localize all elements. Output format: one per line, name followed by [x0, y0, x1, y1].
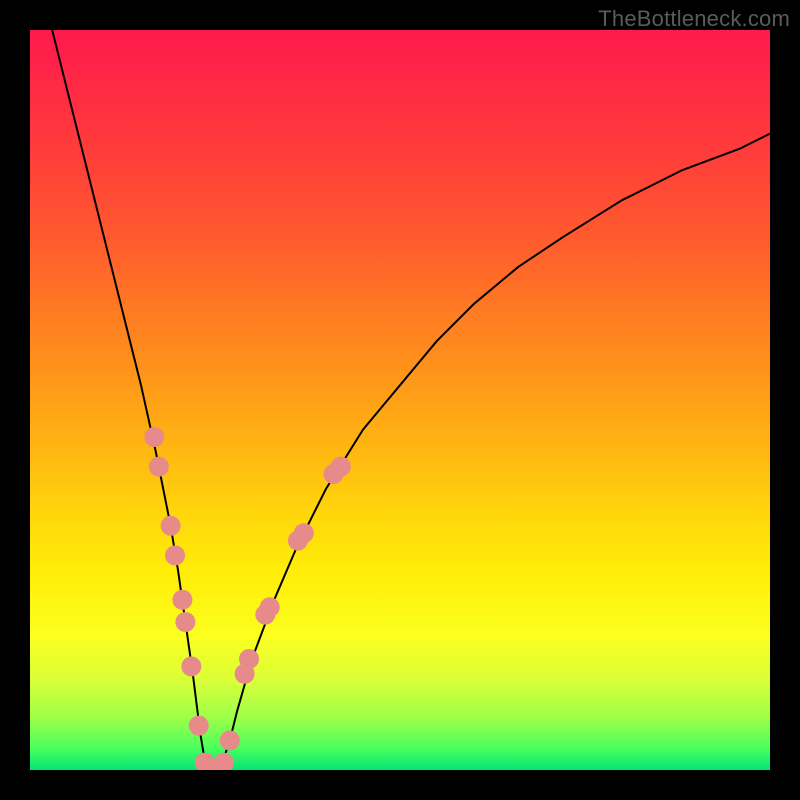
data-dot: [144, 427, 164, 447]
data-dot: [260, 597, 280, 617]
data-dot: [214, 753, 234, 770]
data-dot: [220, 730, 240, 750]
data-dot: [181, 656, 201, 676]
data-dot: [239, 649, 259, 669]
watermark-text: TheBottleneck.com: [598, 6, 790, 32]
plot-area: [30, 30, 770, 770]
data-dot: [172, 590, 192, 610]
chart-frame: TheBottleneck.com: [0, 0, 800, 800]
curve-line: [52, 30, 770, 770]
data-dot: [161, 516, 181, 536]
data-dot: [189, 716, 209, 736]
data-dot: [175, 612, 195, 632]
data-dot: [165, 545, 185, 565]
chart-svg: [30, 30, 770, 770]
data-dot: [294, 523, 314, 543]
data-dot: [331, 457, 351, 477]
data-dot: [149, 457, 169, 477]
